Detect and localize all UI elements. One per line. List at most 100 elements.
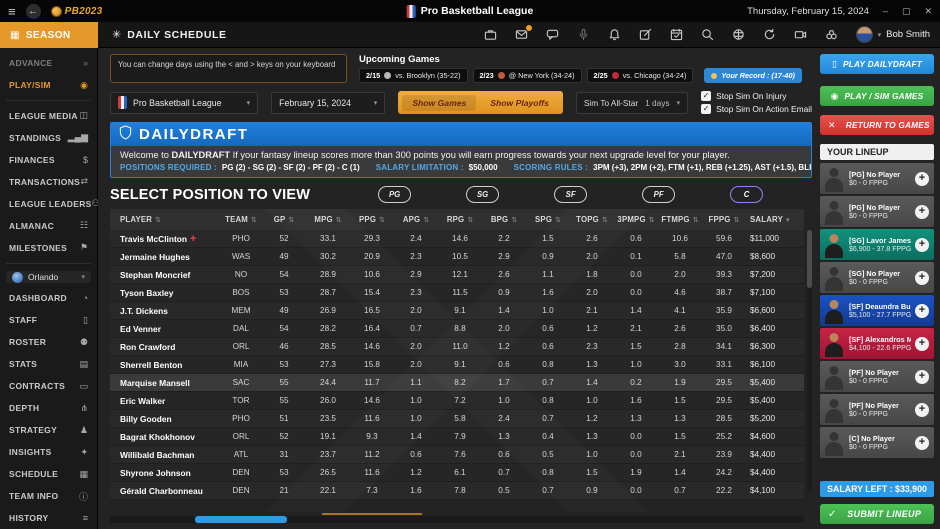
table-row[interactable]: Jermaine Hughes ✚ WAS4930.220.92.310.52.… <box>110 248 804 266</box>
column-header[interactable]: APG ⇅ <box>394 215 438 224</box>
position-pill-sg[interactable]: SG <box>466 186 499 203</box>
add-player-button[interactable]: + <box>915 304 929 318</box>
sidebar-item-advance[interactable]: ADVANCE » <box>0 52 97 74</box>
sidebar-item-dashboard[interactable]: DASHBOARD ◔ <box>0 287 97 309</box>
table-row[interactable]: Bagrat Khokhonov ✚ ORL5219.19.31.47.91.3… <box>110 428 804 446</box>
play-sim-games-button[interactable]: ◉ PLAY / SIM GAMES <box>820 86 934 106</box>
stop-sim-action-email-checkbox[interactable]: ✓ Stop Sim On Action Email <box>701 104 812 114</box>
sidebar-item-league-media[interactable]: LEAGUE MEDIA ◫ <box>0 105 97 127</box>
sidebar-item-schedule[interactable]: SCHEDULE ▦ <box>0 463 97 485</box>
lineup-slot-pg-2[interactable]: [PG] No Player $0 - 0 FPPG + <box>820 196 934 227</box>
column-header[interactable]: BPG ⇅ <box>482 215 526 224</box>
date-dropdown[interactable]: February 15, 2024 ▾ <box>271 92 385 114</box>
maximize-button[interactable]: ▢ <box>902 7 911 16</box>
checkbox-checked-icon[interactable]: ✓ <box>701 91 711 101</box>
your-record-badge[interactable]: Your Record : (17-40) <box>704 68 802 83</box>
lineup-slot-sg-2[interactable]: [SG] No Player $0 - 0 FPPG + <box>820 262 934 293</box>
sidebar-item-depth[interactable]: DEPTH ⋔ <box>0 397 97 419</box>
add-player-button[interactable]: + <box>915 205 929 219</box>
table-row[interactable]: Marquise Mansell ✚ SAC5524.411.71.18.21.… <box>110 374 804 392</box>
add-player-button[interactable]: + <box>915 238 929 252</box>
sidebar-item-league-leaders[interactable]: LEAGUE LEADERS ⚇ <box>0 193 97 215</box>
search-icon[interactable] <box>701 28 715 42</box>
checkbox-checked-icon[interactable]: ✓ <box>701 104 711 114</box>
add-player-button[interactable]: + <box>915 403 929 417</box>
table-row[interactable]: Eric Walker ✚ TOR5526.014.61.07.21.00.81… <box>110 392 804 410</box>
table-row[interactable]: J.T. Dickens ✚ MEM4926.916.52.09.11.41.0… <box>110 302 804 320</box>
column-header[interactable]: TEAM ⇅ <box>220 215 262 224</box>
column-header[interactable]: SALARY ▾ <box>746 215 804 224</box>
table-row[interactable]: Travis McClinton ✚ PHO5233.129.32.414.62… <box>110 230 804 248</box>
add-player-button[interactable]: + <box>915 172 929 186</box>
league-community-icon[interactable] <box>732 28 746 42</box>
column-header[interactable]: RPG ⇅ <box>438 215 482 224</box>
upcoming-game-chip[interactable]: 2/15 vs. Brooklyn (35-22) <box>359 68 468 83</box>
sidebar-item-finances[interactable]: FINANCES $ <box>0 149 97 171</box>
add-player-button[interactable]: + <box>915 337 929 351</box>
sim-to-dropdown[interactable]: Sim To All-Star 1 days ▾ <box>576 92 688 114</box>
lineup-slot-sf-1[interactable]: [SF] Deaundra Burris $5,100 - 27.7 FPPG … <box>820 295 934 326</box>
mail-icon[interactable] <box>515 28 529 42</box>
column-header[interactable]: FPPG ⇅ <box>702 215 746 224</box>
show-playoffs-button[interactable]: Show Playoffs <box>480 95 559 111</box>
briefcase-icon[interactable] <box>484 28 498 42</box>
sort-icon[interactable]: ⇅ <box>649 216 655 224</box>
lineup-slot-pf-1[interactable]: [PF] No Player $0 - 0 FPPG + <box>820 361 934 392</box>
back-button[interactable]: ← <box>26 4 41 19</box>
table-row[interactable]: Ron Crawford ✚ ORL4628.514.62.011.01.20.… <box>110 338 804 356</box>
upcoming-game-chip[interactable]: 2/25 vs. Chicago (34-24) <box>587 68 694 83</box>
notifications-bell-icon[interactable] <box>608 28 622 42</box>
sidebar-item-play-sim[interactable]: PLAY/SIM ◉ <box>0 74 97 96</box>
sidebar-item-milestones[interactable]: MILESTONES ⚑ <box>0 237 97 259</box>
scrollbar-thumb[interactable] <box>807 230 812 288</box>
hamburger-menu-icon[interactable]: ≡ <box>8 4 16 19</box>
lineup-slot-sf-2[interactable]: [SF] Alexandros Mardas $4,100 - 22.6 FPP… <box>820 328 934 359</box>
close-button[interactable]: ✕ <box>924 7 932 16</box>
table-row[interactable]: Billy Gooden ✚ PHO5123.511.61.05.82.40.7… <box>110 410 804 428</box>
sort-icon[interactable]: ▾ <box>786 216 790 224</box>
league-dropdown[interactable]: Pro Basketball League ▾ <box>110 92 258 114</box>
table-row[interactable]: Ed Venner ✚ DAL5428.216.40.78.82.00.61.2… <box>110 320 804 338</box>
lineup-slot-pg-1[interactable]: [PG] No Player $0 - 0 FPPG + <box>820 163 934 194</box>
table-row[interactable]: Tyson Baxley ✚ BOS5328.715.42.311.50.91.… <box>110 284 804 302</box>
stop-sim-injury-checkbox[interactable]: ✓ Stop Sim On Injury <box>701 91 812 101</box>
calendar-check-icon[interactable] <box>670 28 684 42</box>
table-row[interactable]: Shyrone Johnson ✚ DEN5326.511.61.26.10.7… <box>110 464 804 482</box>
column-header[interactable]: 3PMPG ⇅ <box>614 215 658 224</box>
sidebar-item-stats[interactable]: STATS ▤ <box>0 353 97 375</box>
lineup-slot-sg-1[interactable]: [SG] Lavor James $6,900 - 37.8 FPPG + <box>820 229 934 260</box>
sort-icon[interactable]: ⇅ <box>511 216 517 224</box>
scrollbar-thumb[interactable] <box>195 516 287 523</box>
sort-icon[interactable]: ⇅ <box>734 216 740 224</box>
sidebar-item-almanac[interactable]: ALMANAC ☷ <box>0 215 97 237</box>
scout-binoculars-icon[interactable] <box>825 28 839 42</box>
position-pill-pg[interactable]: PG <box>378 186 411 203</box>
add-player-button[interactable]: + <box>915 271 929 285</box>
sidebar-item-history[interactable]: HISTORY ≡ <box>0 507 97 529</box>
chat-icon[interactable] <box>546 28 560 42</box>
column-header[interactable]: MPG ⇅ <box>306 215 350 224</box>
sort-icon[interactable]: ⇅ <box>467 216 473 224</box>
sort-icon[interactable]: ⇅ <box>379 216 385 224</box>
column-header[interactable]: FTMPG ⇅ <box>658 215 702 224</box>
return-to-games-button[interactable]: ✕ RETURN TO GAMES <box>820 115 934 135</box>
team-selector-dropdown[interactable]: Orlando ▾ <box>6 271 91 283</box>
column-header[interactable]: PLAYER ⇅ <box>110 215 220 224</box>
lineup-slot-pf-2[interactable]: [PF] No Player $0 - 0 FPPG + <box>820 394 934 425</box>
season-tab[interactable]: ▦ SEASON <box>0 22 98 48</box>
column-header[interactable]: SPG ⇅ <box>526 215 570 224</box>
sort-icon[interactable]: ⇅ <box>155 216 161 224</box>
table-row[interactable]: Willibald Bachman ✚ ATL3123.711.20.67.60… <box>110 446 804 464</box>
sort-icon[interactable]: ⇅ <box>251 216 257 224</box>
upcoming-game-chip[interactable]: 2/23 @ New York (34-24) <box>473 68 582 83</box>
submit-lineup-button[interactable]: ✓ SUBMIT LINEUP <box>820 504 934 524</box>
column-header[interactable]: GP ⇅ <box>262 215 306 224</box>
table-row[interactable]: Stephan Moncrief ✚ NO5428.910.62.912.12.… <box>110 266 804 284</box>
position-pill-sf[interactable]: SF <box>554 186 587 203</box>
sidebar-item-strategy[interactable]: STRATEGY ♟ <box>0 419 97 441</box>
sync-refresh-icon[interactable] <box>763 28 777 42</box>
column-header[interactable]: TOPG ⇅ <box>570 215 614 224</box>
table-horizontal-scrollbar[interactable] <box>110 516 804 523</box>
sort-icon[interactable]: ⇅ <box>288 216 294 224</box>
sort-icon[interactable]: ⇅ <box>423 216 429 224</box>
